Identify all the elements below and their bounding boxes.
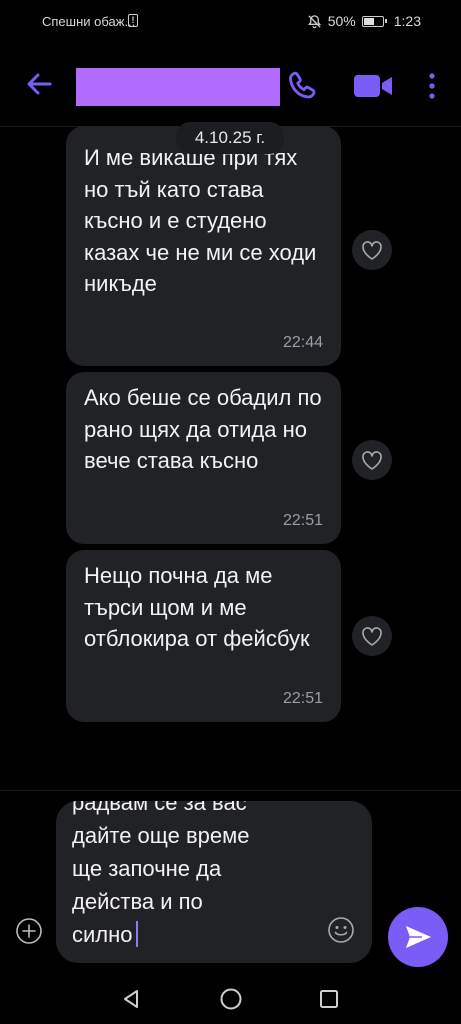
message-text: Ако беше се обадил по рано щях да отида … [84, 385, 322, 473]
like-button[interactable] [352, 230, 392, 270]
video-camera-icon [354, 75, 392, 97]
call-button[interactable] [284, 66, 320, 106]
nav-back-button[interactable] [120, 988, 142, 1010]
status-right: 50% 1:23 [307, 13, 421, 29]
sim-alert-icon: ! [128, 14, 138, 27]
message-text: И ме викаше при тях но тъй като става къ… [84, 145, 317, 296]
nav-home-button[interactable] [219, 987, 243, 1011]
message-time: 22:51 [282, 690, 323, 707]
status-bar: Спешни обаж... ! 50% 1:23 [0, 0, 461, 44]
send-icon [406, 926, 431, 948]
message-input-text: радвам се за вас дайте още време ще запо… [72, 801, 328, 951]
status-time: 1:23 [393, 13, 421, 29]
attach-button[interactable] [14, 916, 44, 946]
heart-icon [362, 627, 382, 646]
battery-icon [361, 15, 387, 27]
nav-back-icon [124, 990, 138, 1008]
incoming-message[interactable]: Ако беше се обадил по рано щях да отида … [66, 372, 341, 544]
more-vertical-icon [429, 73, 435, 99]
more-options-button[interactable] [420, 66, 444, 106]
smiley-icon [328, 917, 354, 943]
nav-recents-button[interactable] [318, 988, 340, 1010]
mute-bell-icon [307, 14, 321, 28]
heart-icon [362, 241, 382, 260]
message-time: 22:51 [282, 512, 323, 529]
heart-icon [362, 451, 382, 470]
system-navigation-bar [0, 974, 461, 1024]
text-cursor [135, 921, 138, 947]
status-carrier: Спешни обаж... [42, 14, 136, 29]
date-separator: 4.10.25 г. [176, 122, 284, 154]
message-composer: радвам се за вас дайте още време ще запо… [0, 790, 461, 975]
chat-screen: Спешни обаж... ! 50% 1:23 Ч... ... [0, 0, 461, 1024]
message-time: 22:44 [282, 334, 323, 351]
message-input[interactable]: радвам се за вас дайте още време ще запо… [56, 801, 372, 963]
plus-circle-icon [16, 918, 42, 944]
battery-percent: 50% [327, 13, 356, 29]
chat-header: Ч... ... [0, 44, 461, 127]
message-input-value: радвам се за вас дайте още време ще запо… [72, 801, 250, 947]
phone-icon [289, 71, 316, 99]
nav-recents-icon [320, 990, 338, 1008]
emoji-button[interactable] [326, 915, 356, 945]
send-button[interactable] [388, 907, 448, 967]
message-text: Нещо почна да ме търси щом и ме отблокир… [84, 563, 310, 651]
like-button[interactable] [352, 616, 392, 656]
back-button[interactable] [22, 64, 58, 104]
contact-name[interactable]: Ч... ... [76, 62, 280, 112]
back-arrow-icon [27, 73, 52, 95]
like-button[interactable] [352, 440, 392, 480]
incoming-message[interactable]: И ме викаше при тях но тъй като става къ… [66, 126, 341, 366]
incoming-message[interactable]: Нещо почна да ме търси щом и ме отблокир… [66, 550, 341, 722]
nav-home-icon [220, 988, 242, 1010]
redaction-bar [76, 68, 280, 106]
video-call-button[interactable] [350, 66, 396, 106]
